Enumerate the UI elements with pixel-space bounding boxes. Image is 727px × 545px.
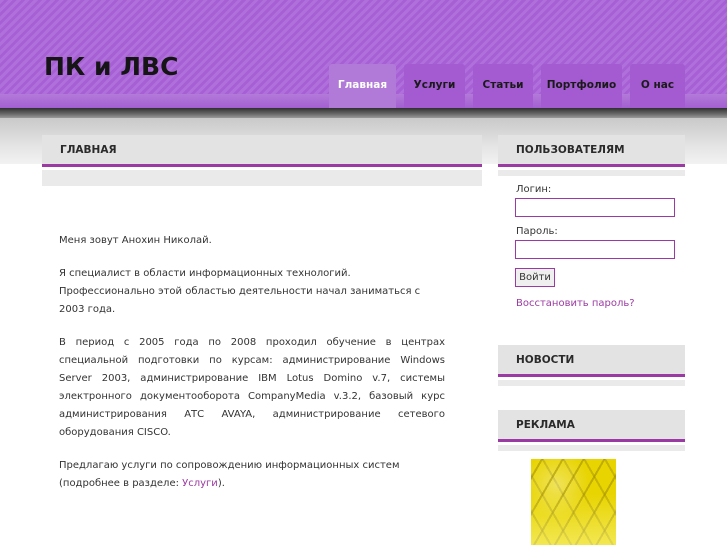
news-heading-bar: НОВОСТИ [498,345,685,377]
main-content: Меня зовут Анохин Николай. Я специалист … [59,232,445,508]
site-title[interactable]: ПК и ЛВС [44,52,178,81]
nav-item-services[interactable]: Услуги [404,64,465,108]
ad-banner-image[interactable] [531,459,616,545]
password-label: Пароль: [516,226,558,237]
main-heading-underbar [42,170,482,186]
specialist-paragraph: Я специалист в области информационных те… [59,268,421,315]
nav-item-articles[interactable]: Статьи [473,64,533,108]
login-label: Логин: [516,184,552,195]
main-heading-bar: ГЛАВНАЯ [42,135,482,167]
users-heading: ПОЛЬЗОВАТЕЛЯМ [516,144,625,156]
restore-password-link[interactable]: Восстановить пароль? [516,298,635,309]
login-input[interactable] [515,198,675,217]
news-heading-underbar [498,380,685,386]
users-heading-underbar [498,170,685,176]
intro-paragraph: Меня зовут Анохин Николай. [59,235,212,246]
users-heading-bar: ПОЛЬЗОВАТЕЛЯМ [498,135,685,167]
services-link[interactable]: Услуги [182,478,218,489]
services-paragraph: Предлагаю услуги по сопровождению информ… [59,460,400,489]
header-shadow [0,108,727,118]
page-title: ГЛАВНАЯ [60,144,117,156]
nav-item-about[interactable]: О нас [630,64,685,108]
ads-heading-bar: РЕКЛАМА [498,410,685,442]
training-paragraph: В период с 2005 года по 2008 проходил об… [59,337,445,438]
ads-heading-underbar [498,445,685,451]
password-input[interactable] [515,240,675,259]
nav-item-home[interactable]: Главная [329,64,396,108]
news-heading: НОВОСТИ [516,354,575,366]
login-button[interactable]: Войти [515,268,555,287]
nav-item-portfolio[interactable]: Портфолио [541,64,622,108]
ads-heading: РЕКЛАМА [516,419,575,431]
